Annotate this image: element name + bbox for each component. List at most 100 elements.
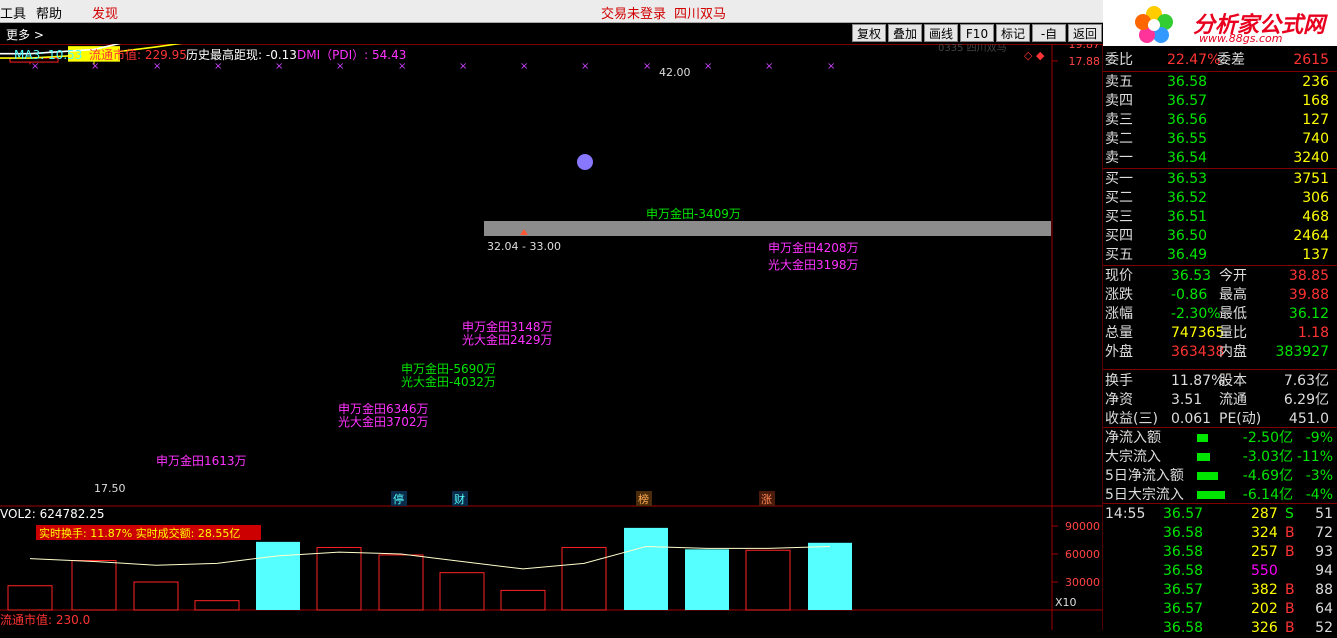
buy-level-price: 36.53 [1167,171,1208,187]
dmi-marker: × [336,61,344,72]
sell-level-row: 卖二 36.55 740 [1103,130,1337,149]
buy-level-volume: 468 [1302,209,1329,225]
buy-level-price: 36.49 [1167,247,1208,263]
logo-url: www.88gs.com [1199,32,1283,45]
stat-value: -0.86 [1171,287,1208,303]
dmi-marker: × [827,61,835,72]
sell-level-price: 36.56 [1167,112,1208,128]
ma-label: MA3: 10.53 [14,48,82,62]
stat-label: 最高 [1219,287,1247,303]
tick-row: 36.57 202 B 64 [1103,600,1337,619]
stat-value: 36.53 [1171,268,1212,284]
kline-chart[interactable]: 41.1337.3933.6530.2927.2624.5322.0819.87… [0,44,1103,630]
dmi-label: DMI（PDI）: 54.43 [297,48,406,62]
tick-row: 36.57 382 B 88 [1103,581,1337,600]
annotation-6: 申万金田3148万 [462,319,553,334]
volume-tick-label: 90000 [1065,520,1100,533]
hist-high-label: 历史最高距现: -0.13 [186,47,297,62]
tick-flag: B [1285,620,1295,636]
stat-value: 363438 [1171,344,1225,360]
sell-level-price: 36.54 [1167,150,1208,166]
stat-label: 净资 [1105,392,1133,408]
volume-bar [685,549,729,610]
stat-label: 涨跌 [1105,287,1133,303]
stat-label: 最低 [1219,306,1247,322]
stat2-row: 净资 3.51 流通 6.29亿 [1103,391,1337,410]
marker-list[interactable]: 榜 [638,492,649,506]
tick-flag: B [1285,601,1295,617]
sell-level-label: 卖三 [1105,112,1133,128]
annotation-9: 申万金田4208万 [768,240,859,255]
menu-discover[interactable]: 发现 [92,3,118,22]
dmi-marker: × [153,61,161,72]
marker-stop[interactable]: 停 [393,492,404,506]
flow-row: 5日净流入额 -4.69亿 -3% [1103,467,1337,486]
stat-label: 股本 [1219,373,1247,389]
dmi-marker: × [765,61,773,72]
volume-bar [133,581,179,611]
volume-bar [7,585,53,611]
tick-row: 36.58 257 B 93 [1103,543,1337,562]
flow-value: -6.14亿 [1242,487,1293,503]
diamond-icon: ◇ ◆ [1024,49,1045,62]
more-button[interactable]: 更多 > [6,26,44,43]
f10-button[interactable]: F10 [960,24,994,42]
volume-axis: 90000 60000 30000 [1052,520,1100,589]
stat-value: 383927 [1275,344,1329,360]
stat-value: -2.30% [1171,306,1221,322]
watchlist-button[interactable]: -自选 [1032,24,1066,59]
stat2-row: 收益(三) 0.061 PE(动) 451.0 [1103,410,1337,429]
buy-level-price: 36.52 [1167,190,1208,206]
tick-volume: 382 [1251,582,1278,598]
back-button[interactable]: 返回 [1068,24,1102,42]
marker-finance[interactable]: 财 [454,492,465,506]
stat-value: 451.0 [1288,411,1329,427]
stat-label: 外盘 [1105,344,1133,360]
mark-button[interactable]: 标记 [996,24,1030,42]
tick-count: 72 [1315,525,1333,541]
stock-name: 四川双马 [674,7,727,22]
stat-value: 38.85 [1288,268,1329,284]
menu-tools[interactable]: 工具 [0,3,26,22]
overlay-button[interactable]: 叠加 [888,24,922,42]
buy-level-label: 买五 [1105,247,1133,263]
annotation-1: 申万金田1613万 [156,453,247,468]
tick-count: 64 [1315,601,1333,617]
realtime-label: 实时换手: 11.87% 实时成交额: 28.55亿 [39,526,240,540]
dmi-marker: × [214,61,222,72]
sell-level-label: 卖二 [1105,131,1133,147]
menu-help[interactable]: 帮助 [36,3,62,22]
tick-time: 14:55 [1105,506,1146,522]
stat-label: 量比 [1219,325,1247,341]
tick-price: 36.58 [1163,544,1204,560]
flow-label: 5日大宗流入 [1105,487,1184,503]
sell-level-row: 卖三 36.56 127 [1103,111,1337,130]
band-range-label: 32.04 - 33.00 [487,240,561,253]
fuquan-button[interactable]: 复权 [852,24,886,42]
support-band [484,221,1051,236]
volume-bar [439,572,485,611]
sell-level-volume: 3240 [1293,150,1329,166]
stat-value: 1.18 [1297,325,1329,341]
marker-up[interactable]: 涨 [761,493,772,506]
draw-line-button[interactable]: 画线 [924,24,958,42]
price-axis: 41.1337.3933.6530.2927.2624.5322.0819.87… [1052,44,1100,68]
volume-bar [194,600,240,611]
dmi-marker: × [31,61,39,72]
flow-value: -2.50亿 [1242,430,1293,446]
dmi-marker: × [275,61,283,72]
stat-label: 今开 [1219,268,1247,284]
annotation-5: 光大金田-4032万 [401,374,496,389]
tick-price: 36.57 [1163,601,1204,617]
tick-volume: 202 [1251,601,1278,617]
volume-bar [808,542,852,610]
dmi-marker: × [459,61,467,72]
dmi-marker: × [91,61,99,72]
volume-bar [256,541,300,610]
buy-level-row: 买四 36.50 2464 [1103,227,1337,246]
flow-value: -4.69亿 [1242,468,1293,484]
stat-label: 总量 [1105,325,1133,341]
sell-level-row: 卖四 36.57 168 [1103,92,1337,111]
stat-label: 换手 [1105,373,1133,389]
buy-level-volume: 2464 [1293,228,1329,244]
